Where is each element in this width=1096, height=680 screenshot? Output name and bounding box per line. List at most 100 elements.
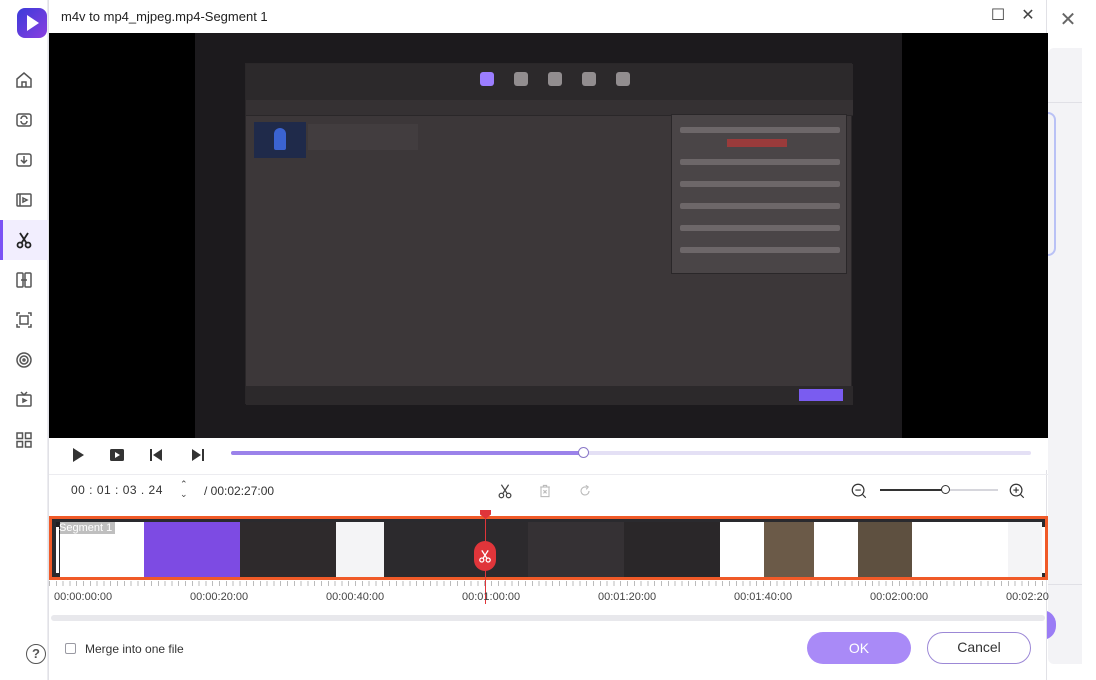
refresh-icon xyxy=(580,484,590,496)
merge-checkbox-label[interactable]: Merge into one file xyxy=(85,642,184,656)
merge-checkbox[interactable] xyxy=(65,643,76,654)
playhead-cut-button[interactable] xyxy=(474,541,496,571)
background-panel xyxy=(1042,48,1082,664)
sidebar-item-record[interactable] xyxy=(0,300,48,340)
sidebar-item-editor[interactable] xyxy=(0,180,48,220)
scissors-icon xyxy=(479,550,491,563)
segment-label: Segment 1 xyxy=(56,522,116,534)
trim-handle-start[interactable] xyxy=(56,527,59,573)
time-ruler[interactable]: 00:00:00:00 00:00:20:00 00:00:40:00 00:01:0… xyxy=(49,581,1049,607)
sidebar-item-toolbox[interactable] xyxy=(0,420,48,460)
sidebar-item-dvd[interactable] xyxy=(0,340,48,380)
play-button[interactable] xyxy=(69,446,87,464)
download-icon xyxy=(16,153,32,167)
cancel-button[interactable]: Cancel xyxy=(927,632,1031,664)
ok-button[interactable]: OK xyxy=(807,632,911,664)
timeline[interactable]: Segment 1 xyxy=(49,516,1048,580)
thumbnail-frame xyxy=(528,522,624,577)
ruler-label: 00:02:00:00 xyxy=(870,591,929,603)
zoom-slider-fill xyxy=(880,489,945,491)
seek-bar-fill xyxy=(231,451,583,455)
ruler-label: 00:00:40:00 xyxy=(326,591,385,603)
sidebar-item-tv[interactable] xyxy=(0,380,48,420)
current-time-input[interactable]: 00 : 01 : 03 . 24 xyxy=(71,483,163,497)
skip-forward-icon xyxy=(192,449,204,461)
thumbnail-frame xyxy=(624,522,720,577)
next-frame-button[interactable] xyxy=(189,446,207,464)
video-frame xyxy=(195,33,902,438)
play-icon xyxy=(73,448,84,462)
sidebar-item-cut[interactable] xyxy=(0,220,48,260)
playback-controls xyxy=(49,438,1048,470)
time-toolbar: 00 : 01 : 03 . 24 ⌃ ⌄ / 00:02:27:00 xyxy=(49,474,1048,508)
reset-button[interactable] xyxy=(575,481,595,501)
sidebar-item-merge[interactable] xyxy=(0,260,48,300)
zoom-in-icon xyxy=(1009,483,1025,499)
ruler-label: 00:00:00:00 xyxy=(54,591,113,603)
scissors-icon xyxy=(498,484,512,499)
timeline-scrollbar[interactable] xyxy=(51,615,1045,621)
app-logo-icon xyxy=(17,8,47,38)
screen-record-icon xyxy=(16,312,32,328)
dialog-footer: Merge into one file OK Cancel xyxy=(49,622,1048,680)
delete-segment-button[interactable] xyxy=(535,481,555,501)
video-editor-icon xyxy=(16,193,32,207)
trim-handle-end[interactable] xyxy=(1042,527,1045,573)
thumbnail-frame xyxy=(858,522,912,577)
zoom-out-icon xyxy=(851,483,867,499)
thumbnail-frame xyxy=(240,522,336,577)
panel-divider xyxy=(1048,584,1082,585)
background-close-icon[interactable]: ✕ xyxy=(1058,10,1078,30)
trash-icon xyxy=(540,484,550,498)
ruler-label: 00:01:00:00 xyxy=(462,591,521,603)
merge-icon xyxy=(16,272,32,288)
video-content-toolbar xyxy=(246,64,853,100)
ruler-label: 00:00:20:00 xyxy=(190,591,249,603)
sidebar-item-home[interactable] xyxy=(0,60,48,100)
video-preview[interactable] xyxy=(49,33,1048,438)
sidebar-item-convert[interactable] xyxy=(0,100,48,140)
zoom-slider-handle[interactable] xyxy=(940,485,950,494)
seek-bar-handle[interactable] xyxy=(578,447,589,458)
cut-icon xyxy=(16,232,32,249)
previous-frame-button[interactable] xyxy=(147,446,165,464)
panel-divider xyxy=(1048,102,1082,103)
thumbnail-frame xyxy=(144,522,240,577)
segment-strip[interactable]: Segment 1 xyxy=(49,516,1048,580)
stop-button[interactable] xyxy=(108,446,126,464)
stop-icon xyxy=(110,449,124,461)
ruler-label: 00:02:20 xyxy=(1006,591,1049,603)
convert-icon xyxy=(16,113,32,127)
panel-highlight xyxy=(1048,112,1056,256)
zoom-slider[interactable] xyxy=(880,485,998,494)
thumbnail-frame xyxy=(1008,522,1042,577)
zoom-out-button[interactable] xyxy=(849,481,869,501)
dialog-title: m4v to mp4_mjpeg.mp4-Segment 1 xyxy=(61,9,268,24)
thumbnail-frame xyxy=(912,522,1008,577)
cut-segment-button[interactable] xyxy=(495,481,515,501)
sidebar: ? xyxy=(0,0,48,680)
time-stepper[interactable]: ⌃ ⌄ xyxy=(180,479,188,499)
ruler-label: 00:01:20:00 xyxy=(598,591,657,603)
home-icon xyxy=(16,72,32,88)
sidebar-item-download[interactable] xyxy=(0,140,48,180)
toolbox-icon xyxy=(16,432,32,448)
help-icon[interactable]: ? xyxy=(26,644,46,664)
chevron-up-icon[interactable]: ⌃ xyxy=(180,479,188,489)
close-button[interactable]: ✕ xyxy=(1019,7,1037,25)
dvd-burn-icon xyxy=(16,352,32,368)
video-content-screenshot xyxy=(245,63,853,405)
skip-back-icon xyxy=(150,449,162,461)
ruler-ticks xyxy=(49,581,1048,586)
thumbnail-frame xyxy=(336,522,384,577)
thumbnail-frame xyxy=(764,522,814,577)
ruler-label: 00:01:40:00 xyxy=(734,591,793,603)
thumbnail-frame xyxy=(384,522,528,577)
zoom-in-button[interactable] xyxy=(1007,481,1027,501)
total-duration: / 00:02:27:00 xyxy=(204,484,275,498)
maximize-button[interactable]: ☐ xyxy=(989,7,1007,25)
chevron-down-icon[interactable]: ⌄ xyxy=(180,489,188,499)
seek-bar[interactable] xyxy=(231,447,1031,458)
app-root: ✕ ? m4v to mp4_mjpeg.mp4-Segment 1 ☐ ✕ 0… xyxy=(0,0,1096,680)
trim-dialog: m4v to mp4_mjpeg.mp4-Segment 1 ☐ ✕ 00: … xyxy=(48,0,1049,680)
